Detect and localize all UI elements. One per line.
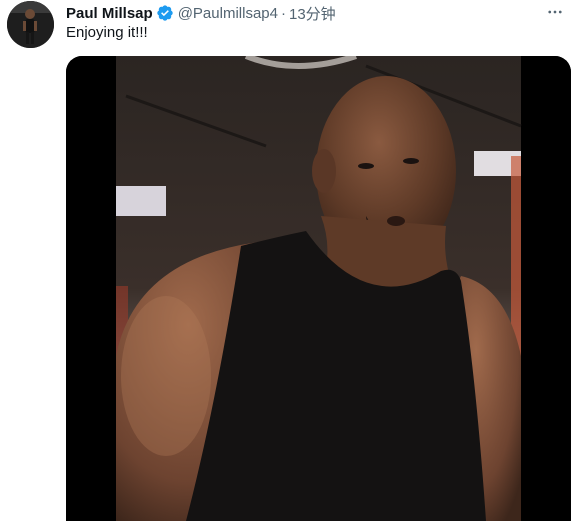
tweet-video[interactable] (66, 56, 571, 521)
tweet: Paul Millsap @Paulmillsap4 · 13分钟 Enjoyi… (0, 0, 578, 521)
tweet-header: Paul Millsap @Paulmillsap4 · 13分钟 (66, 3, 336, 23)
author-handle[interactable]: @Paulmillsap4 (178, 5, 278, 22)
separator-dot: · (280, 4, 286, 22)
more-horizontal-icon[interactable] (544, 2, 566, 22)
verified-badge-icon (156, 4, 174, 22)
avatar[interactable] (7, 1, 54, 48)
author-name[interactable]: Paul Millsap (66, 5, 153, 22)
tweet-text: Enjoying it!!! (66, 24, 148, 41)
timestamp[interactable]: 13分钟 (289, 3, 336, 24)
